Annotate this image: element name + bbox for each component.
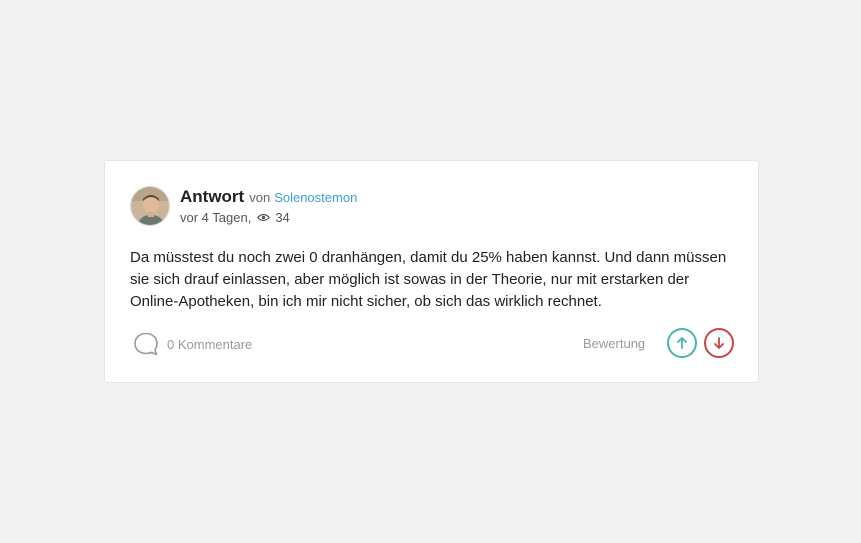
comments-button[interactable]: 0 Kommentare	[133, 331, 252, 357]
comments-label: 0 Kommentare	[167, 336, 253, 352]
answer-title: Antwort	[180, 187, 245, 206]
by-label: von	[249, 190, 271, 205]
answer-meta: vor 4 Tagen, 34	[180, 210, 357, 225]
arrow-up-icon	[677, 337, 687, 349]
answer-body: Da müsstest du noch zwei 0 dranhängen, d…	[130, 249, 727, 310]
user-avatar-icon	[131, 187, 169, 225]
downvote-button[interactable]	[704, 328, 734, 358]
speech-bubble-icon	[134, 332, 158, 356]
view-count: 34	[275, 210, 290, 225]
answer-card: Antwort von Solenostemon vor 4 Tagen, 34…	[104, 160, 759, 383]
eye-icon	[257, 213, 271, 222]
author-link[interactable]: Solenostemon	[274, 190, 357, 205]
rating-label: Bewertung	[583, 336, 646, 351]
upvote-button[interactable]	[667, 328, 697, 358]
timestamp: vor 4 Tagen,	[180, 210, 252, 225]
arrow-down-icon	[714, 337, 724, 349]
answer-header: Antwort von Solenostemon vor 4 Tagen, 34	[180, 187, 357, 225]
avatar[interactable]	[130, 186, 170, 226]
